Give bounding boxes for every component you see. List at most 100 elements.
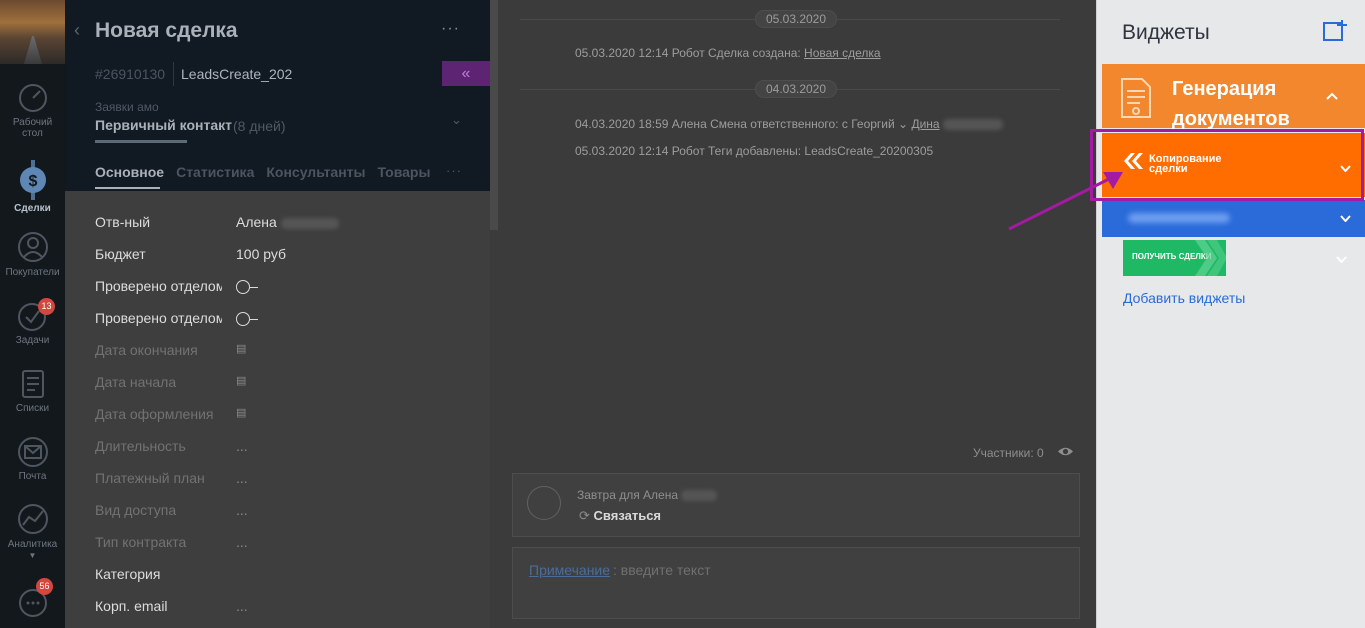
field-contract-type[interactable]: Тип контракта ...: [95, 532, 485, 564]
responsible-name: Алена: [236, 214, 277, 230]
collapse-card-button[interactable]: «: [442, 61, 490, 86]
feed-event-owner-change: 04.03.2020 18:59 Алена Смена ответственн…: [575, 117, 1003, 131]
field-label: Дата начала: [95, 374, 177, 390]
nav-tasks[interactable]: 13 Задачи: [0, 298, 65, 346]
lead-card: ‹ Новая сделка ··· #26910130 LeadsCreate…: [65, 0, 490, 628]
analytics-chart-icon: [17, 504, 48, 534]
task-action[interactable]: ⟳ Связаться: [579, 508, 661, 524]
date-pill: 04.03.2020: [755, 80, 837, 98]
field-payment-plan[interactable]: Платежный план ...: [95, 468, 485, 500]
chevron-down-icon[interactable]: [1336, 256, 1347, 263]
field-label: Платежный план: [95, 470, 205, 486]
add-widgets-link[interactable]: Добавить виджеты: [1123, 290, 1245, 306]
field-value[interactable]: 100 руб: [236, 246, 286, 262]
field-label: Категория: [95, 566, 161, 582]
add-widget-icon[interactable]: [1323, 19, 1348, 41]
lead-fields: Отв-ный Алена Бюджет 100 руб Проверено о…: [95, 212, 485, 628]
field-value[interactable]: ...: [236, 598, 248, 614]
tasks-count-badge: 13: [38, 298, 55, 315]
card-more-menu-button[interactable]: ···: [441, 20, 460, 38]
event-link[interactable]: Дина: [911, 117, 939, 131]
nav-dashboard-label-2: стол: [22, 128, 43, 139]
field-value[interactable]: ...: [236, 534, 248, 550]
tabs-more-button[interactable]: ···: [446, 163, 462, 178]
tab-products[interactable]: Товары: [377, 164, 430, 180]
widget-get-deals[interactable]: ПОЛУЧИТЬ СДЕЛКИ: [1123, 240, 1226, 276]
field-access-type[interactable]: Вид доступа ...: [95, 500, 485, 532]
task-deadline: Завтра для Алена: [577, 488, 718, 502]
field-category[interactable]: Категория: [95, 564, 485, 596]
deals-dollar-icon: $: [19, 160, 46, 200]
chevron-down-icon[interactable]: ▼: [0, 550, 65, 561]
widget-title: Генерация документов: [1172, 74, 1290, 134]
calendar-icon[interactable]: ▤: [236, 342, 246, 355]
user-avatar[interactable]: [0, 0, 65, 64]
field-duration[interactable]: Длительность ...: [95, 436, 485, 468]
field-checked-2[interactable]: Проверено отделом: [95, 308, 485, 340]
toggle-switch[interactable]: [236, 278, 258, 295]
task-card[interactable]: Завтра для Алена ⟳ Связаться: [512, 473, 1080, 537]
nav-tasks-label: Задачи: [15, 335, 50, 346]
field-value[interactable]: ...: [236, 502, 248, 518]
nav-chat[interactable]: 56: [0, 578, 65, 618]
feed-event-created: 05.03.2020 12:14 Робот Сделка создана: Н…: [575, 46, 881, 60]
stage-chevron-down-icon[interactable]: ⌄: [451, 112, 462, 128]
field-start-date[interactable]: Дата начала ▤: [95, 372, 485, 404]
event-link[interactable]: Новая сделка: [804, 46, 881, 60]
note-type-selector[interactable]: Примечание: [529, 562, 610, 578]
calendar-icon[interactable]: ▤: [236, 406, 246, 419]
pipeline-name: Заявки амо: [95, 100, 159, 114]
stage-name[interactable]: Первичный контакт: [95, 117, 232, 133]
field-label: Дата оформления: [95, 406, 214, 422]
refresh-icon: ⟳: [579, 508, 590, 523]
nav-dashboard[interactable]: Рабочий стол: [0, 82, 65, 139]
tab-consultants[interactable]: Консультанты: [266, 164, 365, 180]
toggle-switch[interactable]: [236, 310, 258, 327]
widget-blurred[interactable]: [1102, 200, 1365, 237]
field-responsible[interactable]: Отв-ный Алена: [95, 212, 485, 244]
tab-main[interactable]: Основное: [95, 164, 164, 180]
note-input[interactable]: Примечание : введите текст: [512, 547, 1080, 619]
nav-lists[interactable]: Списки: [0, 368, 65, 414]
eye-icon[interactable]: [1057, 445, 1074, 458]
field-label: Корп. email: [95, 598, 168, 614]
field-label: Дата окончания: [95, 342, 198, 358]
calendar-icon[interactable]: ▤: [236, 374, 246, 387]
field-label: Вид доступа: [95, 502, 177, 518]
note-placeholder[interactable]: : введите текст: [613, 562, 711, 578]
field-registration-date[interactable]: Дата оформления ▤: [95, 404, 485, 436]
stage-days: (8 дней): [233, 118, 286, 134]
participants-count: Участники: 0: [973, 446, 1044, 460]
chevron-down-icon[interactable]: [1340, 215, 1351, 222]
field-corp-email[interactable]: Корп. email ...: [95, 596, 485, 628]
back-arrow-icon[interactable]: ‹: [74, 20, 86, 40]
chevron-up-icon[interactable]: [1326, 92, 1338, 100]
nav-customers[interactable]: Покупатели: [0, 230, 65, 278]
nav-deals[interactable]: $ Сделки: [0, 160, 65, 214]
field-label: Тип контракта: [95, 534, 187, 550]
field-value[interactable]: Алена: [236, 214, 339, 230]
lead-title[interactable]: Новая сделка: [95, 19, 238, 43]
lead-name-value[interactable]: LeadsCreate_202: [181, 66, 292, 82]
field-value[interactable]: ...: [236, 438, 248, 454]
feed-event-tags: 05.03.2020 12:14 Робот Теги добавлены: L…: [575, 144, 933, 158]
blurred-surname: [681, 490, 718, 502]
chat-count-badge: 56: [36, 578, 53, 595]
widget-document-generation[interactable]: Генерация документов: [1102, 64, 1365, 130]
task-who-text: Завтра для Алена: [577, 488, 679, 502]
field-budget[interactable]: Бюджет 100 руб: [95, 244, 485, 276]
nav-mail[interactable]: Почта: [0, 436, 65, 482]
clock-icon: [527, 486, 561, 520]
field-value[interactable]: ...: [236, 470, 248, 486]
field-end-date[interactable]: Дата окончания ▤: [95, 340, 485, 372]
blurred-surname: [942, 119, 1003, 131]
field-checked-1[interactable]: Проверено отделом: [95, 276, 485, 308]
arrow-annotation-icon: [1008, 172, 1123, 231]
svg-text:$: $: [28, 173, 37, 190]
card-scrollbar[interactable]: [490, 0, 498, 230]
field-label: Проверено отделом: [95, 310, 222, 326]
dashboard-gauge-icon: [18, 84, 47, 112]
nav-analytics[interactable]: Аналитика ▼: [0, 502, 65, 561]
tab-statistics[interactable]: Статистика: [176, 164, 254, 180]
field-label: Длительность: [95, 438, 186, 454]
